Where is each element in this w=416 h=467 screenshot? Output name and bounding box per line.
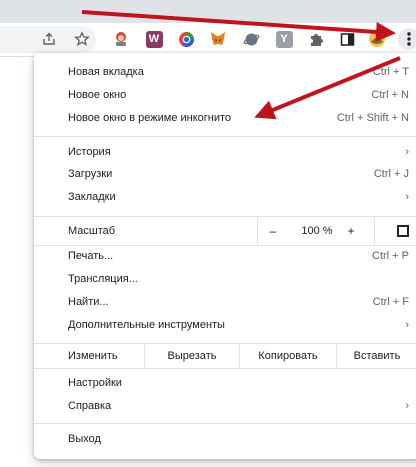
menu-dots-icon [407,32,411,46]
menu-item-label: Трансляция... [68,273,138,285]
menu-item-cast[interactable]: Трансляция... [34,269,416,291]
extension-y-button[interactable]: Y [273,28,295,50]
extensions-button[interactable] [305,28,327,50]
profile-avatar-icon [369,31,385,47]
menu-item-print[interactable]: Печать... Ctrl + P [34,246,416,268]
menu-item-new-tab[interactable]: Новая вкладка Ctrl + T [34,62,416,84]
submenu-arrow-icon: › [405,319,409,331]
fullscreen-icon-corner [403,231,409,237]
zoom-value: 100 % [301,225,333,237]
zoom-row: Масштаб – 100 % + [34,216,416,246]
menu-item-more-tools[interactable]: Дополнительные инструменты › [34,315,416,337]
menu-item-label: Печать... [68,250,114,262]
menu-item-label: Закладки [68,191,116,203]
extension-1-icon [116,32,126,46]
extensions-puzzle-icon [311,34,323,46]
metamask-button[interactable] [207,28,229,50]
close-window-button[interactable] [360,0,406,8]
submenu-arrow-icon: › [405,191,409,203]
menu-item-shortcut: Ctrl + T [372,66,409,78]
browser-toolbar: W Y [0,23,416,57]
zoom-label: Масштаб [68,225,116,237]
zoom-controls: – 100 % + [257,217,375,245]
extension-planet-icon [243,33,259,45]
side-panel-button[interactable] [336,28,358,50]
menu-item-downloads[interactable]: Загрузки Ctrl + J [34,164,416,186]
menu-item-incognito[interactable]: Новое окно в режиме инкогнито Ctrl + Shi… [34,108,416,130]
extension-color-icon [178,31,194,47]
paste-button[interactable]: Вставить [336,344,416,368]
tab-strip [0,0,416,23]
menu-item-label: Настройки [68,377,122,389]
menu-item-label: Выход [68,433,101,445]
menu-item-shortcut: Ctrl + P [372,250,409,262]
menu-separator [34,423,416,424]
copy-button[interactable]: Копировать [239,344,336,368]
menu-item-exit[interactable]: Выход [34,429,416,451]
submenu-arrow-icon: › [405,400,409,412]
side-panel-icon [340,32,354,46]
menu-item-label: Новая вкладка [68,66,144,78]
zoom-in-button[interactable]: + [344,224,358,238]
extension-planet-button[interactable] [240,28,262,50]
menu-item-settings[interactable]: Настройки [34,373,416,395]
menu-item-shortcut: Ctrl + J [373,168,409,180]
extension-y-icon: Y [275,30,293,48]
chrome-main-menu: Новая вкладка Ctrl + T Новое окно Ctrl +… [34,53,416,459]
menu-separator [34,136,416,137]
extension-color-button[interactable] [175,28,197,50]
edit-row: Изменить Вырезать Копировать Вставить [34,343,416,369]
extension-w-icon: W [145,30,163,48]
menu-button[interactable] [398,28,416,50]
fullscreen-button[interactable] [397,225,409,237]
menu-item-shortcut: Ctrl + N [371,89,409,101]
menu-item-label: История [68,146,111,158]
share-button[interactable] [38,28,60,50]
extension-w-button[interactable]: W [143,28,165,50]
bookmark-star-icon [74,31,90,46]
submenu-arrow-icon: › [405,146,409,158]
menu-item-shortcut: Ctrl + Shift + N [336,112,409,124]
metamask-fox-icon [211,32,225,45]
bookmark-star-button[interactable] [71,28,93,50]
cut-button[interactable]: Вырезать [144,344,239,368]
edit-label: Изменить [68,350,118,362]
menu-item-find[interactable]: Найти... Ctrl + F [34,292,416,314]
menu-item-label: Загрузки [68,168,113,180]
menu-item-label: Найти... [68,296,109,308]
zoom-out-button[interactable]: – [266,224,280,238]
menu-item-label: Новое окно [68,89,127,101]
menu-item-help[interactable]: Справка › [34,396,416,418]
minimize-button[interactable] [250,0,296,8]
menu-item-label: Дополнительные инструменты [68,319,225,331]
menu-item-new-window[interactable]: Новое окно Ctrl + N [34,85,416,107]
menu-item-history[interactable]: История › [34,142,416,164]
menu-item-shortcut: Ctrl + F [372,296,409,308]
menu-item-label: Справка [68,400,112,412]
menu-item-bookmarks[interactable]: Закладки › [34,187,416,209]
menu-item-label: Новое окно в режиме инкогнито [68,112,232,124]
maximize-button[interactable] [300,0,346,8]
extension-1-button[interactable] [110,28,132,50]
share-icon [43,32,55,45]
profile-button[interactable] [366,28,388,50]
